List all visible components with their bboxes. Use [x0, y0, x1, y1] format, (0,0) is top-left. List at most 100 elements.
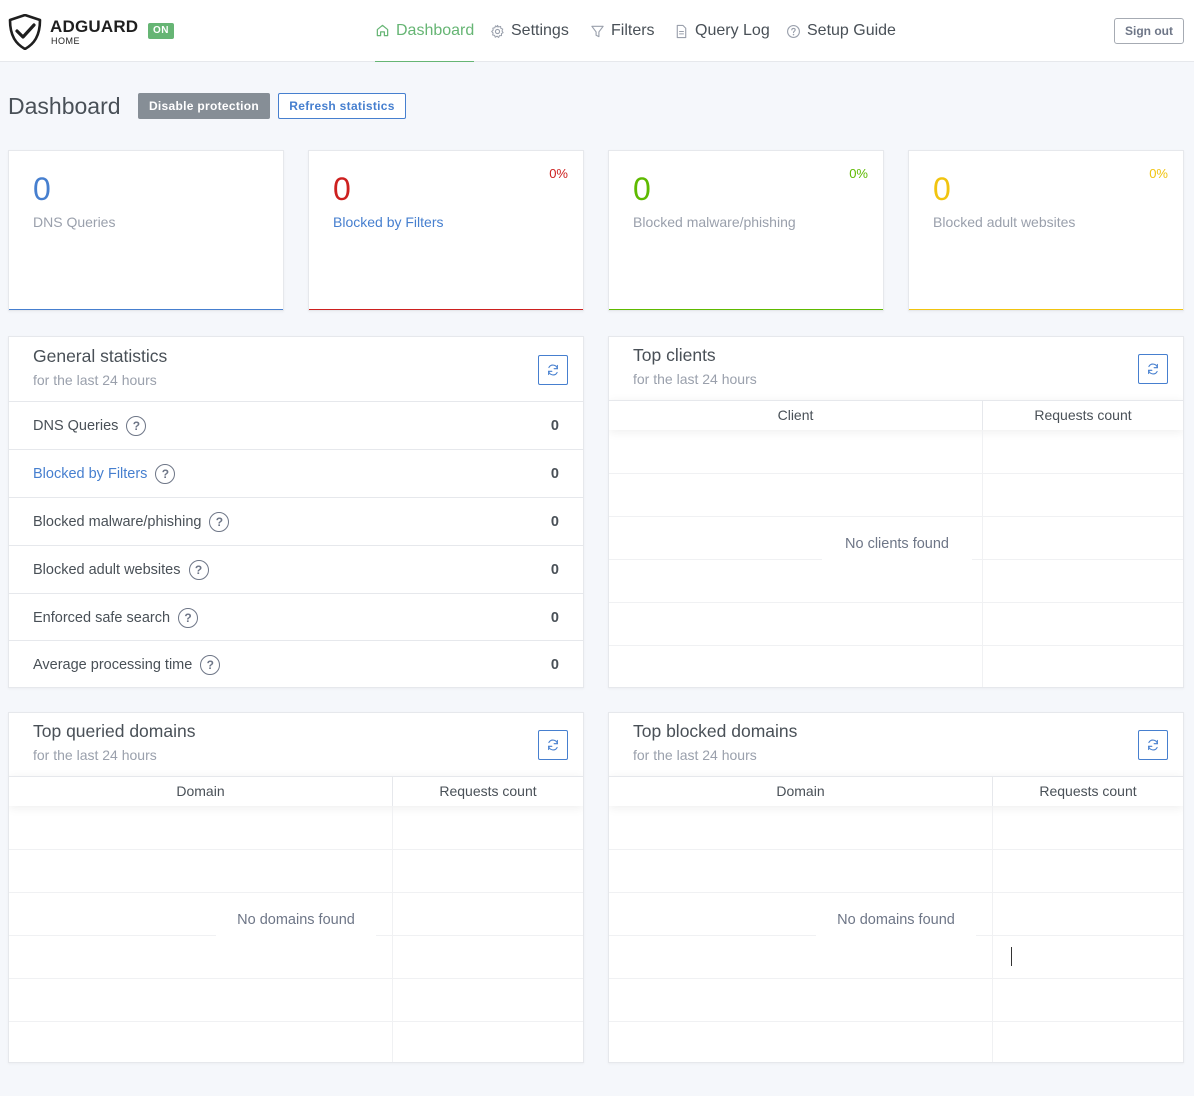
card-title: General statistics	[33, 346, 168, 366]
counter-value: 0	[933, 171, 951, 207]
column-header-domain[interactable]: Domain	[609, 777, 992, 806]
counter-percent: 0%	[1149, 166, 1168, 181]
question-icon[interactable]: ?	[178, 607, 199, 628]
table-body: No clients found	[609, 430, 1183, 687]
counter-card-blocked-filters: 0 Blocked by Filters 0%	[308, 150, 584, 311]
question-icon[interactable]: ?	[126, 415, 147, 436]
refresh-icon	[548, 739, 558, 751]
stat-value: 0	[550, 513, 559, 530]
nav-setup-guide-label: Setup Guide	[807, 22, 896, 39]
counter-value: 0	[333, 171, 351, 207]
card-title: Top blocked domains	[633, 721, 798, 741]
column-header-client[interactable]: Client	[609, 401, 982, 430]
help-circle-icon	[787, 24, 800, 38]
protection-status-badge: ON	[148, 23, 174, 39]
column-header-domain[interactable]: Domain	[9, 777, 392, 806]
empty-state-message: No domains found	[816, 902, 976, 938]
card-subtitle: for the last 24 hours	[33, 372, 157, 388]
column-header-requests[interactable]: Requests count	[983, 401, 1183, 430]
table-body: No domains found	[9, 806, 583, 1062]
counter-percent: 0%	[849, 166, 868, 181]
stat-row-blocked-adult: Blocked adult websites? 0	[9, 545, 583, 593]
counter-card-blocked-malware: 0 Blocked malware/phishing 0%	[608, 150, 884, 311]
nav-settings-label: Settings	[511, 22, 569, 39]
top-blocked-refresh-button[interactable]	[1138, 730, 1168, 760]
filter-icon	[591, 25, 604, 37]
nav-setup-guide[interactable]: Setup Guide	[786, 0, 896, 62]
stat-row-avg-processing-time: Average processing time? 0	[9, 640, 583, 687]
stat-label: DNS Queries	[33, 417, 119, 434]
gear-icon	[491, 24, 504, 38]
column-header-requests[interactable]: Requests count	[993, 777, 1183, 806]
brand-name[interactable]: ADGUARD	[50, 17, 138, 37]
top-blocked-domains-card: Top blocked domains for the last 24 hour…	[608, 712, 1184, 1063]
nav-query-log[interactable]: Query Log	[674, 0, 770, 62]
question-icon[interactable]: ?	[188, 559, 209, 580]
card-title: Top queried domains	[33, 721, 196, 741]
table-header: Client Requests count	[609, 400, 1183, 430]
empty-state-message: No domains found	[216, 902, 376, 938]
counter-card-dns-queries: 0 DNS Queries	[8, 150, 284, 311]
table-header: Domain Requests count	[609, 776, 1183, 806]
stat-row-dns-queries: DNS Queries? 0	[9, 401, 583, 449]
stat-label: Blocked malware/phishing	[33, 513, 202, 530]
nav-filters-label: Filters	[611, 22, 655, 39]
adguard-shield-logo-icon[interactable]	[8, 14, 42, 50]
counter-accent-bar	[9, 309, 283, 310]
card-title: Top clients	[633, 345, 716, 365]
page-title: Dashboard	[8, 93, 121, 119]
text-cursor	[1011, 947, 1012, 966]
nav-filters[interactable]: Filters	[590, 0, 655, 62]
top-navbar: ADGUARD HOME ON Dashboard Settings Filte…	[0, 0, 1194, 62]
nav-settings[interactable]: Settings	[490, 0, 569, 62]
stat-value: 0	[550, 656, 559, 673]
counter-accent-bar	[609, 309, 883, 310]
counter-label-link[interactable]: Blocked by Filters	[333, 214, 443, 230]
question-icon[interactable]: ?	[209, 511, 230, 532]
nav-dashboard[interactable]: Dashboard	[375, 0, 475, 62]
counter-card-blocked-adult: 0 Blocked adult websites 0%	[908, 150, 1184, 311]
counter-label: Blocked malware/phishing	[633, 214, 796, 230]
disable-protection-button[interactable]: Disable protection	[138, 93, 270, 119]
stat-value: 0	[550, 465, 559, 482]
column-header-requests[interactable]: Requests count	[393, 777, 583, 806]
stat-label-link[interactable]: Blocked by Filters	[33, 466, 147, 482]
empty-state-message: No clients found	[822, 526, 972, 562]
table-body: No domains found	[609, 806, 1183, 1062]
counter-accent-bar	[309, 309, 583, 310]
top-clients-card: Top clients for the last 24 hours Client…	[608, 336, 1184, 688]
stat-value: 0	[550, 561, 559, 578]
counter-value: 0	[33, 171, 51, 207]
nav-dashboard-label: Dashboard	[396, 21, 475, 39]
brand-subtitle: HOME	[51, 36, 80, 46]
sign-out-button[interactable]: Sign out	[1114, 18, 1184, 44]
nav-query-log-label: Query Log	[695, 22, 770, 39]
counter-accent-bar	[909, 309, 1183, 310]
document-icon	[676, 24, 687, 38]
top-clients-refresh-button[interactable]	[1138, 354, 1168, 384]
counter-value: 0	[633, 171, 651, 207]
counter-label: Blocked adult websites	[933, 214, 1076, 230]
refresh-icon	[1148, 739, 1158, 751]
question-icon[interactable]: ?	[155, 463, 176, 484]
stat-value: 0	[550, 417, 559, 434]
card-subtitle: for the last 24 hours	[33, 747, 157, 763]
stat-row-blocked-filters: Blocked by Filters? 0	[9, 449, 583, 497]
counter-label: DNS Queries	[33, 214, 116, 230]
refresh-statistics-button[interactable]: Refresh statistics	[278, 93, 406, 119]
card-subtitle: for the last 24 hours	[633, 747, 757, 763]
question-icon[interactable]: ?	[200, 654, 221, 675]
card-subtitle: for the last 24 hours	[633, 371, 757, 387]
refresh-icon	[1148, 363, 1158, 375]
refresh-icon	[548, 364, 558, 376]
general-statistics-card: General statistics for the last 24 hours…	[8, 336, 584, 688]
stat-row-blocked-malware: Blocked malware/phishing? 0	[9, 497, 583, 545]
top-queried-refresh-button[interactable]	[538, 730, 568, 760]
home-icon	[376, 24, 389, 37]
stat-label: Blocked adult websites	[33, 561, 181, 578]
stat-label: Enforced safe search	[33, 609, 171, 626]
top-queried-domains-card: Top queried domains for the last 24 hour…	[8, 712, 584, 1063]
counter-percent: 0%	[549, 166, 568, 181]
general-stats-refresh-button[interactable]	[538, 355, 568, 385]
stat-row-safe-search: Enforced safe search? 0	[9, 593, 583, 641]
